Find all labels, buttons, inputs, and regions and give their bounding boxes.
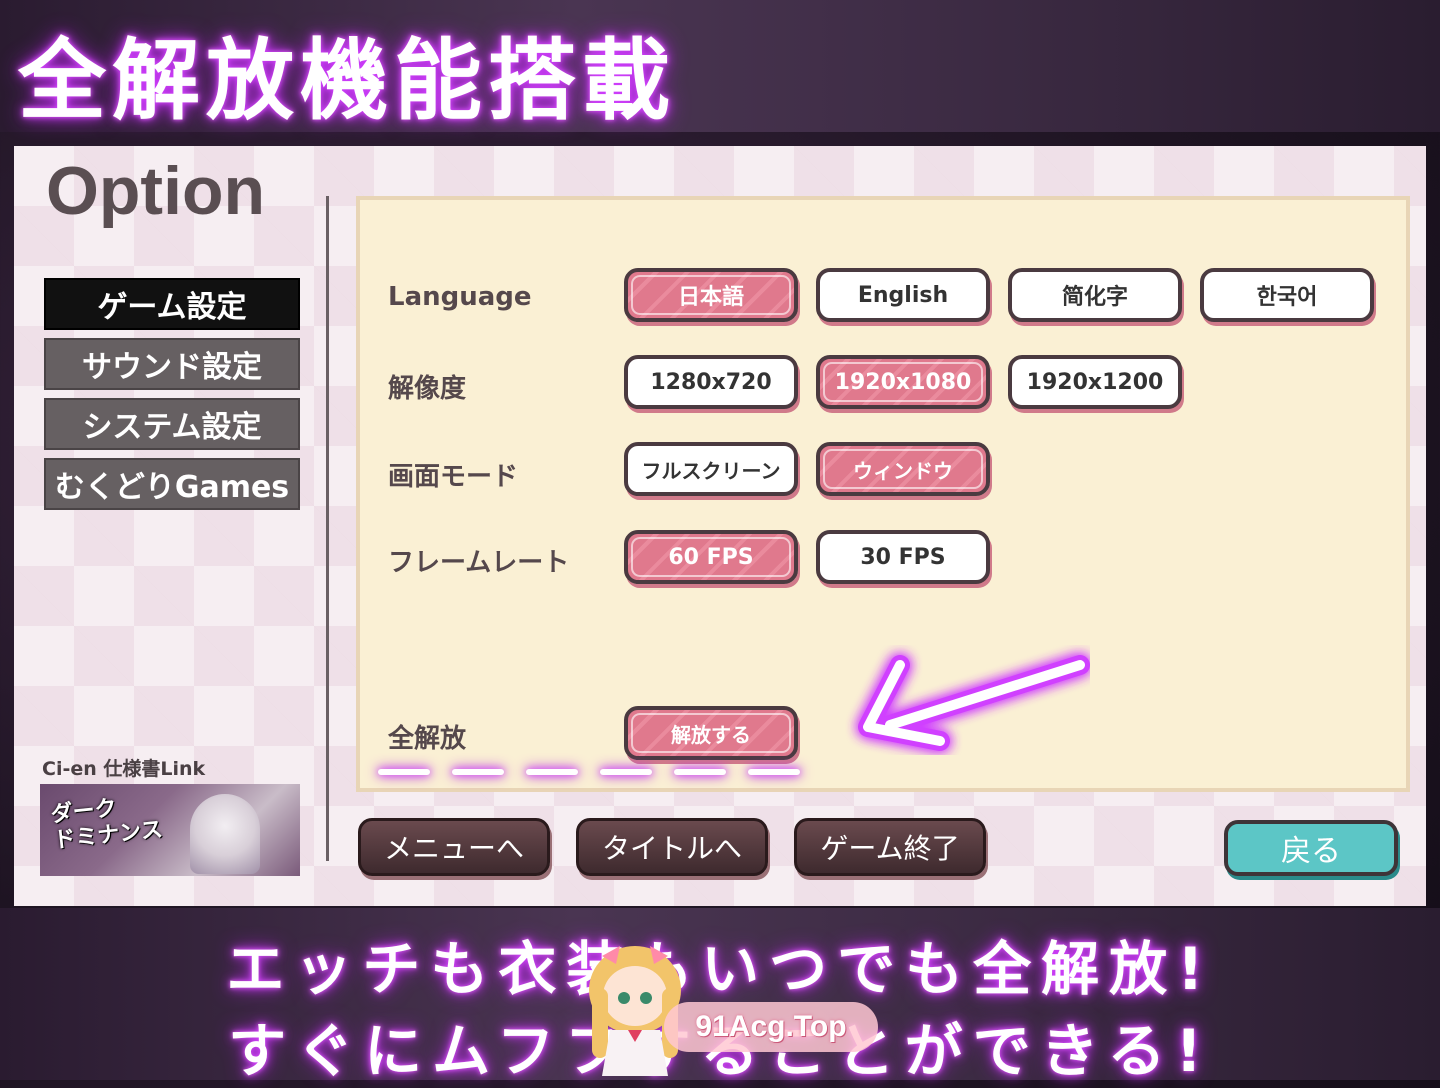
- cien-spec-banner-link[interactable]: ダーク ドミナンス: [40, 784, 300, 876]
- frame-rate-option-60fps[interactable]: 60 FPS: [624, 530, 798, 584]
- frame-rate-label: フレームレート: [388, 548, 570, 578]
- banner-game-logo: ダーク ドミナンス: [49, 794, 164, 854]
- back-button[interactable]: 戻る: [1224, 820, 1398, 876]
- title-button[interactable]: タイトルへ: [576, 818, 768, 876]
- option-screen: Option ゲーム設定 サウンド設定 システム設定 むくどりGames Ci-…: [14, 146, 1426, 906]
- pointer-arrow-icon: [858, 655, 1090, 751]
- resolution-option-1920x1200[interactable]: 1920x1200: [1008, 355, 1182, 409]
- language-label: Language: [388, 282, 532, 312]
- watermark: 91Acg.Top: [580, 938, 880, 1078]
- screen-mode-label: 画面モード: [388, 462, 519, 492]
- resolution-label: 解像度: [388, 374, 467, 404]
- watermark-text: 91Acg.Top: [664, 1002, 878, 1052]
- top-banner: 全解放機能搭載: [0, 0, 1440, 132]
- sidebar: ゲーム設定 サウンド設定 システム設定 むくどりGames: [44, 278, 300, 518]
- screen-mode-option-fullscreen[interactable]: フルスクリーン: [624, 442, 798, 496]
- settings-panel: Language 日本語 English 简化字 한국어 解像度 1280x72…: [356, 196, 1410, 792]
- sidebar-item-mukudori-games[interactable]: むくどりGames: [44, 458, 300, 510]
- unlock-all-button[interactable]: 解放する: [624, 706, 798, 760]
- unlock-all-label: 全解放: [388, 724, 467, 754]
- quit-game-button[interactable]: ゲーム終了: [794, 818, 986, 876]
- sidebar-item-system-settings[interactable]: システム設定: [44, 398, 300, 450]
- frame-rate-option-30fps[interactable]: 30 FPS: [816, 530, 990, 584]
- sidebar-divider: [326, 196, 329, 861]
- cien-spec-label: Ci-en 仕様書Link: [42, 758, 206, 780]
- glow-underline: [378, 769, 800, 775]
- banner-character-image: [190, 794, 260, 874]
- menu-button[interactable]: メニューへ: [358, 818, 550, 876]
- language-option-japanese[interactable]: 日本語: [624, 268, 798, 322]
- resolution-option-1280x720[interactable]: 1280x720: [624, 355, 798, 409]
- resolution-option-1920x1080[interactable]: 1920x1080: [816, 355, 990, 409]
- language-option-korean[interactable]: 한국어: [1200, 268, 1374, 322]
- banner-title: 全解放機能搭載: [18, 29, 677, 132]
- screen-mode-option-window[interactable]: ウィンドウ: [816, 442, 990, 496]
- language-option-simplified-chinese[interactable]: 简化字: [1008, 268, 1182, 322]
- page-title: Option: [46, 153, 266, 229]
- sidebar-item-sound-settings[interactable]: サウンド設定: [44, 338, 300, 390]
- language-option-english[interactable]: English: [816, 268, 990, 322]
- sidebar-item-game-settings[interactable]: ゲーム設定: [44, 278, 300, 330]
